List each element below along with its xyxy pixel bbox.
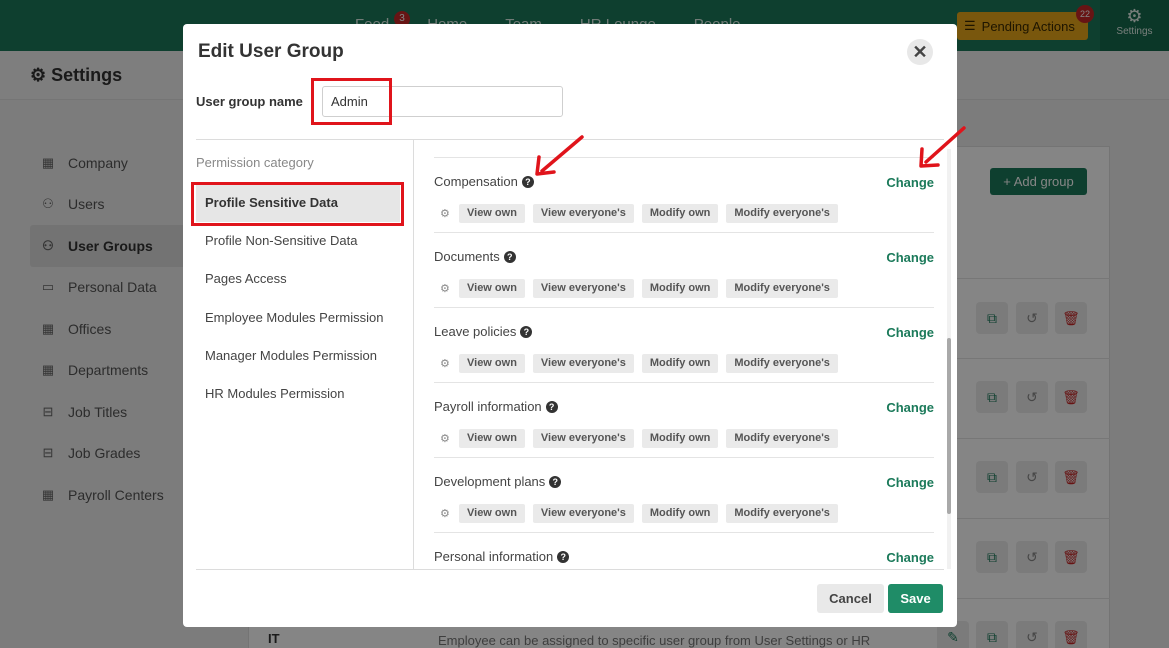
edit-user-group-modal: Edit User Group ✕ User group name Permis… xyxy=(183,24,957,627)
permission-tag: View own xyxy=(459,204,525,223)
permission-tags: ⚙ View own View everyone's Modify own Modify… xyxy=(440,279,838,298)
permission-tags: ⚙ View own View everyone's Modify own Modify… xyxy=(440,354,838,373)
permission-label: Development plans? xyxy=(434,474,562,489)
permission-tag: Modify own xyxy=(641,279,719,298)
category-hr-modules-permission[interactable]: HR Modules Permission xyxy=(196,375,400,413)
change-button[interactable]: Change xyxy=(886,475,934,490)
permission-tag: Modify everyone's xyxy=(726,279,838,298)
scrollbar-thumb[interactable] xyxy=(947,338,951,514)
permission-category-title: Permission category xyxy=(196,155,314,170)
permission-tag: Modify own xyxy=(641,504,719,523)
change-button[interactable]: Change xyxy=(886,175,934,190)
permission-label: Leave policies? xyxy=(434,324,533,339)
permission-tag: Modify everyone's xyxy=(726,504,838,523)
permission-tag: View everyone's xyxy=(532,279,634,298)
permission-row: Personal information?Change⚙View ownView… xyxy=(434,532,934,569)
permission-tag: View everyone's xyxy=(532,429,634,448)
help-icon[interactable]: ? xyxy=(545,400,558,413)
permission-row: Compensation? Change ⚙ View own View everyon… xyxy=(434,157,934,232)
annotation-highlight-box xyxy=(191,182,404,226)
change-button[interactable]: Change xyxy=(886,325,934,340)
save-button[interactable]: Save xyxy=(888,584,943,613)
permission-tag: View own xyxy=(459,504,525,523)
modal-title: Edit User Group xyxy=(198,41,344,62)
user-group-name-label: User group name xyxy=(196,94,303,109)
permission-label: Payroll information? xyxy=(434,399,558,414)
permission-tag: Modify own xyxy=(641,204,719,223)
gear-icon: ⚙ xyxy=(440,358,450,370)
permissions-list-inner: Compensation? Change ⚙ View own View everyon… xyxy=(414,157,944,569)
permission-tags: ⚙ View own View everyone's Modify own Modify… xyxy=(440,504,838,523)
permission-tag: View everyone's xyxy=(532,504,634,523)
permission-tags: ⚙ View own View everyone's Modify own Modify… xyxy=(440,204,838,223)
divider xyxy=(196,569,944,570)
help-icon[interactable]: ? xyxy=(503,250,516,263)
permission-row: Leave policies? Change ⚙ View own View every… xyxy=(434,307,934,382)
change-button[interactable]: Change xyxy=(886,250,934,265)
help-icon[interactable]: ? xyxy=(520,325,533,338)
help-icon[interactable]: ? xyxy=(557,550,570,563)
permissions-list[interactable]: Compensation? Change ⚙ View own View everyon… xyxy=(414,140,944,569)
permission-tag: View everyone's xyxy=(532,354,634,373)
permission-row: Documents? Change ⚙ View own View everyone's… xyxy=(434,232,934,307)
annotation-highlight-box xyxy=(311,78,392,125)
cancel-button[interactable]: Cancel xyxy=(817,584,884,613)
permission-tag: Modify everyone's xyxy=(726,429,838,448)
category-pages-access[interactable]: Pages Access xyxy=(196,260,400,298)
permission-tag: Modify everyone's xyxy=(726,204,838,223)
permission-tag: Modify everyone's xyxy=(726,354,838,373)
permission-tag: View own xyxy=(459,354,525,373)
permission-row: Payroll information? Change ⚙ View own View … xyxy=(434,382,934,457)
change-button[interactable]: Change xyxy=(886,400,934,415)
permission-tag: Modify own xyxy=(641,354,719,373)
change-button[interactable]: Change xyxy=(886,550,934,565)
annotation-arrow xyxy=(535,135,584,176)
gear-icon: ⚙ xyxy=(440,208,450,220)
permission-tag: View own xyxy=(459,279,525,298)
annotation-arrow xyxy=(919,126,966,168)
permission-label: Documents? xyxy=(434,249,516,264)
permission-row: Development plans? Change ⚙ View own View ev… xyxy=(434,457,934,532)
permission-label: Personal information? xyxy=(434,549,570,564)
close-icon[interactable]: ✕ xyxy=(907,39,933,65)
category-employee-modules-permission[interactable]: Employee Modules Permission xyxy=(196,299,400,337)
permission-label: Compensation? xyxy=(434,174,534,189)
gear-icon: ⚙ xyxy=(440,283,450,295)
permission-tag: View own xyxy=(459,429,525,448)
category-profile-non-sensitive-data[interactable]: Profile Non-Sensitive Data xyxy=(196,222,400,260)
permission-tag: View everyone's xyxy=(532,204,634,223)
permission-tag: Modify own xyxy=(641,429,719,448)
permission-tags: ⚙ View own View everyone's Modify own Modify… xyxy=(440,429,838,448)
category-manager-modules-permission[interactable]: Manager Modules Permission xyxy=(196,337,400,375)
help-icon[interactable]: ? xyxy=(549,475,562,488)
gear-icon: ⚙ xyxy=(440,433,450,445)
gear-icon: ⚙ xyxy=(440,508,450,520)
